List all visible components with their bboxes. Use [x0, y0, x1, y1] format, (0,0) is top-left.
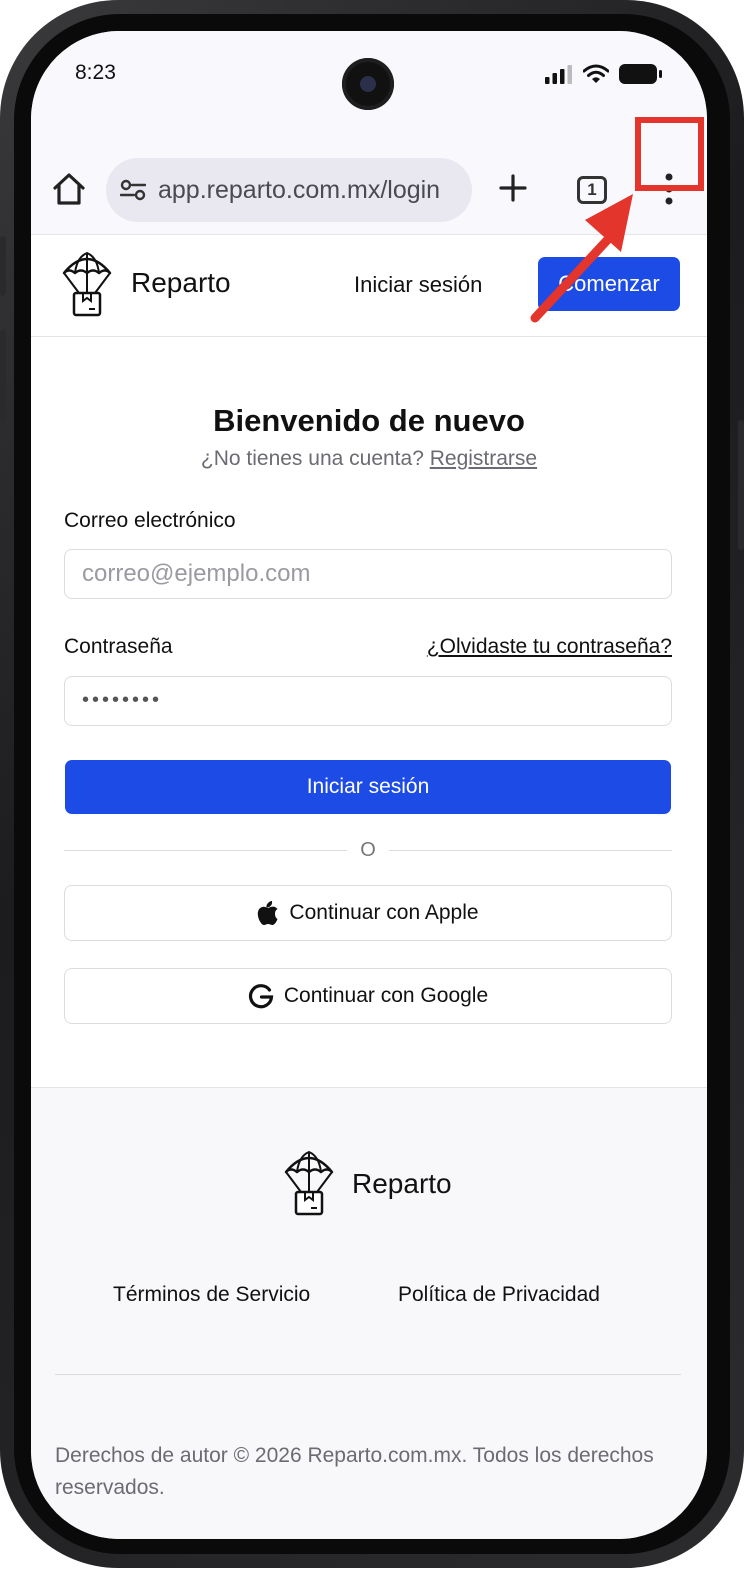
- brand-name[interactable]: Reparto: [131, 267, 231, 299]
- privacy-link[interactable]: Política de Privacidad: [398, 1283, 600, 1307]
- pointer-arrow-icon: [530, 194, 633, 323]
- google-icon: [248, 984, 274, 1009]
- login-section: Bienvenido de nuevo ¿No tienes una cuent…: [31, 337, 707, 1087]
- terms-link[interactable]: Términos de Servicio: [113, 1283, 310, 1307]
- signup-prompt-text: ¿No tienes una cuenta?: [200, 447, 424, 470]
- nav-login-link[interactable]: Iniciar sesión: [354, 272, 482, 298]
- parachute-logo-icon[interactable]: [283, 1150, 335, 1218]
- footer-divider: [55, 1374, 681, 1375]
- status-time: 8:23: [75, 61, 116, 84]
- menu-highlight-box: [635, 117, 704, 191]
- apple-icon: [258, 901, 278, 925]
- google-login-label: Continuar con Google: [283, 984, 489, 1007]
- home-icon[interactable]: [51, 171, 87, 207]
- password-input[interactable]: ••••••••: [64, 676, 672, 726]
- footer: Reparto Términos de Servicio Política de…: [31, 1087, 707, 1539]
- register-link[interactable]: Registrarse: [430, 447, 537, 470]
- battery-icon: [619, 64, 662, 84]
- google-login-button[interactable]: Continuar con Google: [64, 968, 672, 1024]
- front-camera: [342, 58, 394, 110]
- copyright-text: Derechos de autor © 2026 Reparto.com.mx.…: [55, 1444, 654, 1499]
- login-button[interactable]: Iniciar sesión: [65, 760, 671, 814]
- status-bar: 8:23: [31, 31, 707, 123]
- parachute-logo-icon[interactable]: [61, 251, 113, 319]
- footer-brand-name[interactable]: Reparto: [352, 1168, 452, 1200]
- page-title: Bienvenido de nuevo: [213, 403, 525, 438]
- email-input[interactable]: correo@ejemplo.com: [64, 549, 672, 599]
- new-tab-icon[interactable]: [498, 173, 528, 203]
- password-label: Contraseña: [64, 635, 173, 658]
- signal-icon: [545, 65, 572, 84]
- status-icons: [545, 63, 663, 85]
- address-bar[interactable]: app.reparto.com.mx/login: [106, 158, 472, 222]
- wifi-icon: [583, 64, 609, 83]
- apple-login-button[interactable]: Continuar con Apple: [64, 885, 672, 941]
- email-label: Correo electrónico: [64, 509, 236, 532]
- url-text: app.reparto.com.mx/login: [158, 175, 441, 204]
- divider-text: O: [347, 839, 389, 862]
- apple-login-label: Continuar con Apple: [289, 901, 479, 924]
- signup-prompt: ¿No tienes una cuenta? Registrarse: [31, 447, 707, 471]
- forgot-password-link[interactable]: ¿Olvidaste tu contraseña?: [427, 635, 672, 659]
- volume-button: [0, 236, 6, 296]
- power-button: [738, 420, 744, 550]
- volume-button: [0, 330, 6, 420]
- site-settings-icon[interactable]: [120, 179, 146, 201]
